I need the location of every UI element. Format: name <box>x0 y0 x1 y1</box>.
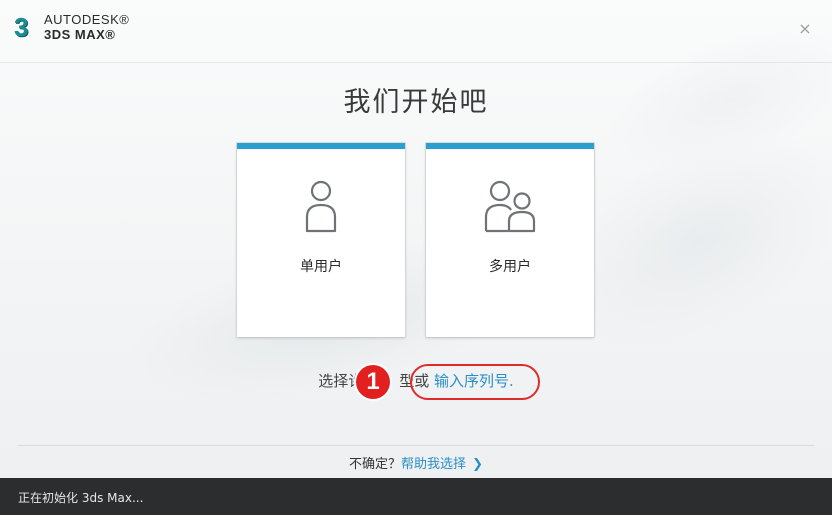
unsure-text: 不确定？ <box>349 457 402 472</box>
brand-name: AUTODESK® <box>44 12 130 27</box>
help-me-choose-link[interactable]: 帮助我选择 <box>401 457 466 472</box>
footer-divider <box>18 445 814 446</box>
help-choose-row: 不确定？帮助我选择 ❯ <box>0 453 832 472</box>
card-accent-bar <box>426 143 594 149</box>
card-accent-bar <box>237 143 405 149</box>
product-name: 3DS MAX® <box>44 27 116 42</box>
3ds-max-logo-icon: 3 <box>14 12 29 42</box>
single-user-label: 单用户 <box>300 259 342 275</box>
status-text: 正在初始化 3ds Max... <box>18 491 144 505</box>
callout-highlight <box>410 364 540 400</box>
single-user-card[interactable]: 单用户 <box>237 143 405 337</box>
single-user-icon <box>237 179 405 235</box>
callout-number-badge: 1 <box>356 365 390 399</box>
multi-user-label: 多用户 <box>489 259 531 275</box>
multi-user-icon <box>426 179 594 235</box>
page-title: 我们开始吧 <box>343 87 489 118</box>
close-icon[interactable]: × <box>798 21 812 37</box>
dialog-header: 3 AUTODESK® 3DS MAX® × <box>0 0 832 63</box>
status-bar: 正在初始化 3ds Max... <box>0 478 832 515</box>
multi-user-card[interactable]: 多用户 <box>426 143 594 337</box>
product-logo: AUTODESK® 3DS MAX® <box>44 12 129 42</box>
chevron-right-icon[interactable]: ❯ <box>472 457 483 472</box>
startup-dialog: 3 AUTODESK® 3DS MAX® × 我们开始吧 单用户 多用户 选择许… <box>0 0 832 478</box>
